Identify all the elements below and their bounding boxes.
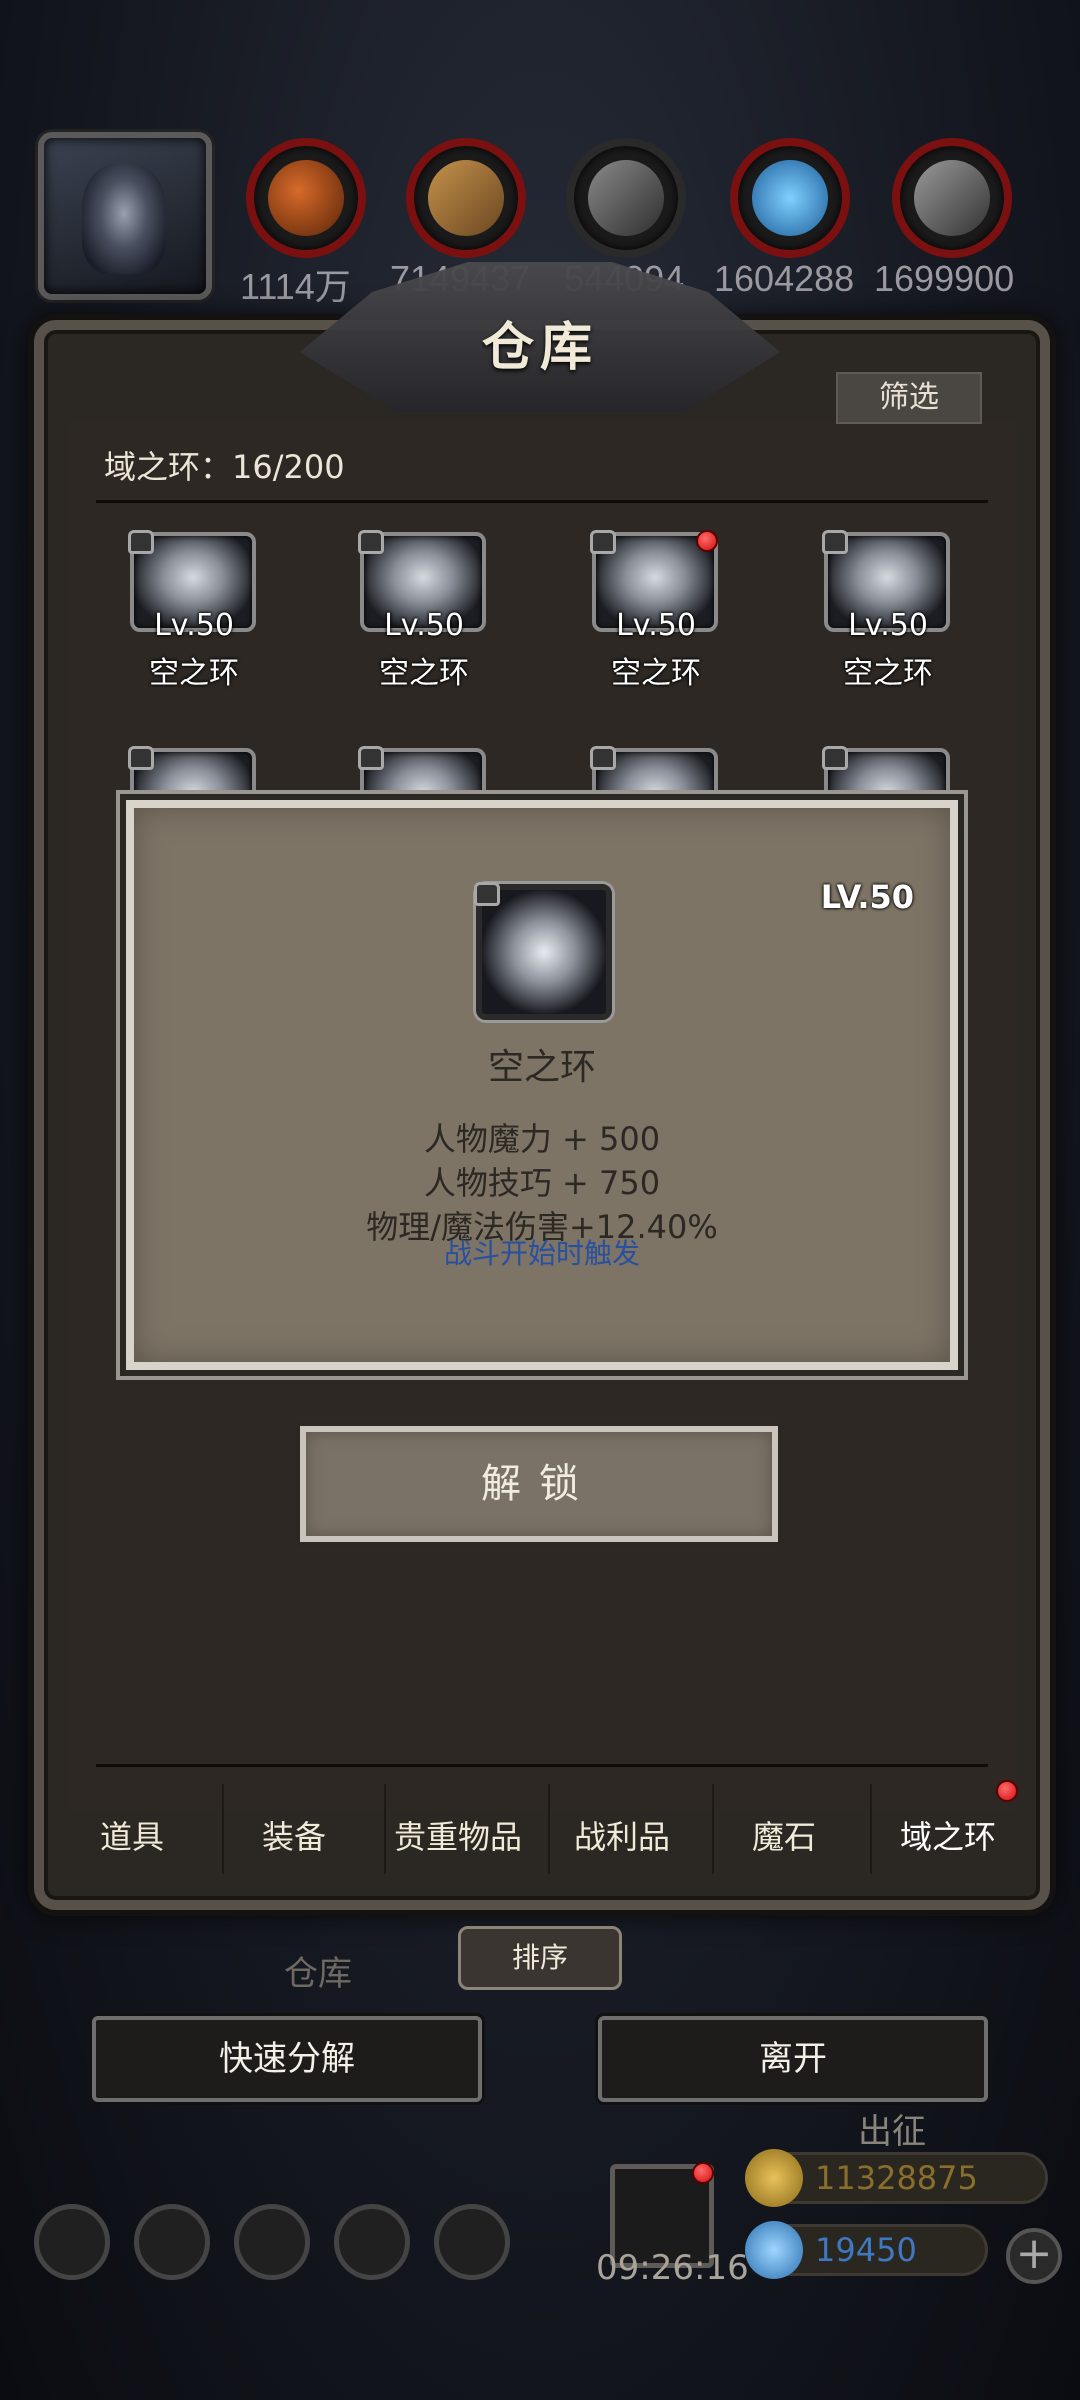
avatar-portrait [82,164,166,274]
quick-decompose-button[interactable]: 快速分解 [92,2016,482,2102]
lock-icon [128,746,154,770]
item-name: 空之环 [379,656,469,691]
resource-icon-4 [730,138,850,258]
detail-item-name: 空之环 [487,1047,596,1088]
item-level: Lv.50 [154,608,234,643]
tab-badge [996,1780,1018,1802]
item-level: Lv.50 [616,608,696,643]
resource-value-4: 1604288 [714,258,855,299]
resource-value-5: 1699900 [874,258,1015,299]
unlock-button[interactable]: 解锁 [300,1426,778,1542]
avatar[interactable] [38,132,212,300]
tab-loot[interactable]: 战利品 [542,1812,702,1858]
resource-icon-1 [246,138,366,258]
lock-icon [822,746,848,770]
divider [96,1764,988,1767]
stat-line: 人物技巧 + 750 [423,1164,661,1202]
filter-button[interactable]: 筛选 [836,372,982,424]
bg-warehouse-label: 仓库 [284,1954,352,1994]
resource-value-1: 1114万 [240,266,351,307]
resource-icon-5 [892,138,1012,258]
lock-icon [590,746,616,770]
tab-magic-stone[interactable]: 魔石 [704,1812,864,1858]
gem-bar: 19450 [745,2221,988,2279]
leave-button[interactable]: 离开 [598,2016,988,2102]
lock-icon [822,530,848,554]
trigger-text: 战斗开始时触发 [443,1237,640,1270]
resource-icon-3 [566,138,686,258]
tab-valuables[interactable]: 贵重物品 [378,1812,538,1858]
item-name: 空之环 [149,656,239,691]
ring-icon [474,882,612,1020]
menu-button-3[interactable] [234,2204,310,2280]
lock-icon [128,530,154,554]
resource-icon-2 [406,138,526,258]
gold-bar: 11328875 [745,2149,1048,2207]
item-level: Lv.50 [384,608,464,643]
menu-button-5[interactable] [434,2204,510,2280]
gift-badge [692,2162,714,2184]
gem-icon [745,2221,803,2279]
detail-level: LV.50 [820,878,914,916]
lock-icon [590,530,616,554]
gift-timer: 09:26:16 [596,2248,749,2288]
menu-button-2[interactable] [134,2204,210,2280]
divider [96,500,988,503]
tab-items[interactable]: 道具 [52,1812,212,1858]
item-count: 域之环：16/200 [104,448,345,486]
item-name: 空之环 [611,656,701,691]
item-level: Lv.50 [848,608,928,643]
gem-amount: 19450 [815,2231,917,2269]
menu-button-1[interactable] [34,2204,110,2280]
gold-amount: 11328875 [815,2159,978,2197]
mail-button[interactable] [334,2204,410,2280]
bg-expedition-label: 出征 [858,2112,926,2152]
add-currency-button[interactable]: + [1006,2228,1062,2284]
sort-button[interactable]: 排序 [458,1926,622,1990]
page-title: 仓库 [481,317,598,378]
lock-icon [358,746,384,770]
lock-icon [358,530,384,554]
tab-equipment[interactable]: 装备 [214,1812,374,1858]
lock-icon [474,882,500,906]
stat-line: 人物魔力 + 500 [423,1120,661,1158]
item-detail-popup: LV.50 空之环 人物魔力 + 500 人物技巧 + 750 物理/魔法伤害+… [126,800,958,1370]
item-name: 空之环 [843,656,933,691]
new-item-badge [696,530,718,552]
gold-coin-icon [745,2149,803,2207]
tab-domain-ring[interactable]: 域之环 [868,1812,1028,1858]
